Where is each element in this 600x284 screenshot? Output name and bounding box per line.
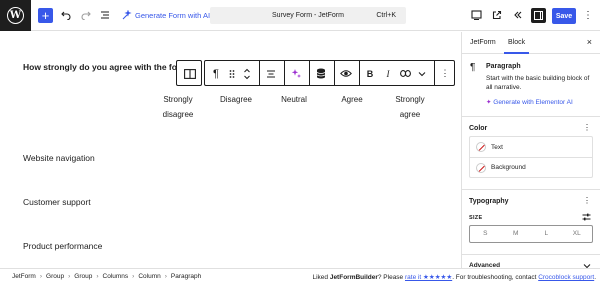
collapse-chevrons-icon[interactable] (512, 9, 524, 21)
block-toolbar: ¶ B I ⋮ (204, 60, 455, 86)
note-brand: JetFormBuilder (329, 274, 378, 281)
wordpress-icon: W (7, 6, 24, 24)
list-view-icon[interactable] (99, 9, 111, 21)
breadcrumb-item[interactable]: Group (46, 273, 64, 280)
columns-block-icon[interactable] (183, 67, 196, 80)
more-options-icon[interactable]: ⋮ (582, 9, 594, 21)
size-option-xl[interactable]: XL (562, 226, 593, 242)
color-background-row[interactable]: Background (470, 157, 592, 177)
color-text-label: Text (491, 143, 503, 151)
paragraph-icon: ¶ (470, 62, 476, 73)
note-text: Liked (312, 274, 330, 281)
typography-panel-title[interactable]: Typography (469, 198, 509, 205)
footer-rating-note: Liked JetFormBuilder? Please rate it ★★★… (312, 273, 596, 281)
empty-swatch-icon (476, 162, 486, 173)
editor-top-toolbar: W + Generate Form with AI Survey Form - … (0, 0, 600, 31)
scale-label-line: Strongly (395, 95, 425, 104)
breadcrumb-item[interactable]: Group (74, 273, 92, 280)
scale-strongly-agree: Strongly agree (388, 92, 432, 122)
close-icon[interactable]: × (587, 37, 592, 47)
scale-disagree: Disagree (214, 92, 258, 107)
support-link[interactable]: Crocoblock support (538, 274, 594, 281)
row-label-website-navigation[interactable]: Website navigation (23, 153, 95, 163)
color-background-label: Background (491, 164, 526, 171)
color-text-row[interactable]: Text (470, 137, 592, 157)
size-label: SIZE (469, 215, 483, 221)
editor-footer: JetForm › Group › Group › Columns › Column › … (0, 268, 600, 284)
block-card-description: Start with the basic building block of a… (486, 75, 590, 91)
breadcrumb-item[interactable]: JetForm (12, 273, 36, 280)
tab-block[interactable]: Block (503, 39, 530, 54)
scale-label-line: Neutral (281, 95, 307, 104)
note-text: . For troubleshooting, contact (452, 274, 539, 281)
ai-sparkle-icon[interactable] (290, 67, 302, 80)
settings-sidebar-toggle[interactable] (531, 8, 546, 23)
scale-neutral: Neutral (272, 92, 316, 107)
color-panel-title[interactable]: Color (469, 125, 487, 132)
redo-icon[interactable] (80, 9, 92, 21)
link-icon[interactable] (399, 67, 411, 80)
size-option-s[interactable]: S (470, 226, 501, 242)
color-options-icon[interactable]: ⋮ (583, 123, 591, 132)
custom-size-icon[interactable] (582, 213, 591, 223)
row-label-product-performance[interactable]: Product performance (23, 241, 102, 251)
generate-elementor-ai-label: Generate with Elementor AI (493, 99, 573, 106)
wordpress-logo-button[interactable]: W (0, 0, 31, 31)
database-icon[interactable] (315, 67, 327, 80)
chevron-down-icon[interactable] (417, 67, 427, 80)
visibility-eye-icon[interactable] (339, 67, 352, 80)
align-text-icon[interactable] (265, 67, 277, 80)
generate-elementor-ai-button[interactable]: ✦ Generate with Elementor AI (486, 98, 573, 106)
command-shortcut: Ctrl+K (376, 12, 396, 19)
survey-question[interactable]: How strongly do you agree with the fo (23, 62, 177, 72)
block-card-title: Paragraph (486, 63, 521, 70)
settings-sidebar: JetForm Block × ¶ Paragraph Start with t… (461, 32, 600, 269)
block-options-icon[interactable]: ⋮ (440, 67, 450, 80)
block-parent-toolbar (176, 60, 202, 86)
color-settings: Text Background (469, 136, 593, 178)
bold-button[interactable]: B (365, 67, 375, 80)
breadcrumb-item[interactable]: Paragraph (171, 273, 201, 280)
typography-options-icon[interactable]: ⋮ (583, 196, 591, 205)
generate-form-ai-button[interactable]: Generate Form with AI (122, 10, 210, 20)
scale-agree: Agree (330, 92, 374, 107)
scale-label-line: disagree (162, 110, 194, 119)
paragraph-block-icon[interactable]: ¶ (210, 67, 222, 80)
scale-label-line: Strongly (163, 95, 193, 104)
drag-handle-icon[interactable] (227, 67, 237, 80)
breadcrumb-item[interactable]: Columns (103, 273, 129, 280)
rate-link[interactable]: rate it ★★★★★ (405, 274, 452, 281)
italic-button[interactable]: I (383, 67, 393, 80)
move-up-down-icon[interactable] (242, 67, 252, 80)
font-size-picker: S M L XL (469, 225, 593, 243)
magic-wand-icon (122, 10, 132, 20)
editor-canvas: How strongly do you agree with the fo ¶ (0, 32, 461, 268)
view-desktop-icon[interactable] (470, 9, 482, 21)
sidebar-icon (534, 11, 543, 20)
tab-jetform[interactable]: JetForm (470, 39, 496, 46)
save-button[interactable]: Save (552, 8, 576, 24)
external-preview-icon[interactable] (491, 9, 503, 21)
scale-label-line: agree (399, 110, 421, 119)
add-block-button[interactable]: + (38, 8, 53, 23)
sidebar-tabs: JetForm Block × (462, 32, 600, 54)
sparkle-icon: ✦ (486, 99, 492, 106)
note-text: . (594, 274, 596, 281)
undo-icon[interactable] (60, 9, 72, 21)
scale-strongly-disagree: Strongly disagree (156, 92, 200, 122)
empty-swatch-icon (476, 142, 486, 152)
row-label-customer-support[interactable]: Customer support (23, 197, 91, 207)
size-option-m[interactable]: M (501, 226, 532, 242)
scale-label-line: Disagree (219, 95, 252, 104)
generate-form-ai-label: Generate Form with AI (135, 10, 211, 20)
command-palette-bar[interactable]: Survey Form - JetForm Ctrl+K (210, 7, 406, 24)
note-text: ? Please (377, 274, 405, 281)
size-option-l[interactable]: L (531, 226, 562, 242)
breadcrumb-item[interactable]: Column (138, 273, 160, 280)
breadcrumb: JetForm › Group › Group › Columns › Column › … (12, 273, 202, 280)
scale-label-line: Agree (341, 95, 363, 104)
